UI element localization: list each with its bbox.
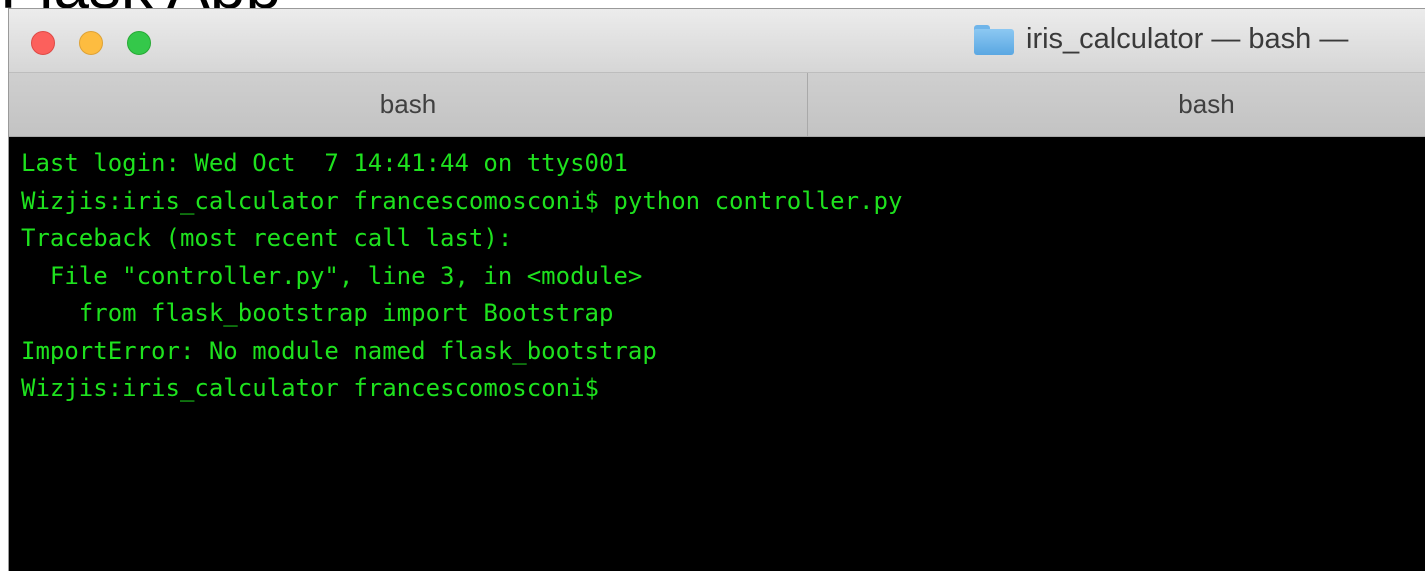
- terminal-line: from flask_bootstrap import Bootstrap: [21, 299, 614, 327]
- terminal-line: Wizjis:iris_calculator francescomosconi$: [21, 374, 599, 402]
- terminal-window: iris_calculator — bash — bash bash Last …: [8, 8, 1425, 571]
- title-bar[interactable]: iris_calculator — bash —: [9, 9, 1425, 73]
- maximize-window-button[interactable]: [127, 31, 151, 55]
- terminal-output[interactable]: Last login: Wed Oct 7 14:41:44 on ttys00…: [9, 137, 1425, 571]
- window-title: iris_calculator — bash —: [974, 23, 1348, 56]
- terminal-line: Traceback (most recent call last):: [21, 224, 513, 252]
- terminal-line: Wizjis:iris_calculator francescomosconi$…: [21, 186, 903, 215]
- tab-bash-1[interactable]: bash: [9, 73, 807, 136]
- close-window-button[interactable]: [31, 31, 55, 55]
- minimize-window-button[interactable]: [79, 31, 103, 55]
- terminal-line: File "controller.py", line 3, in <module…: [21, 261, 643, 290]
- terminal-line: ImportError: No module named flask_boots…: [21, 336, 657, 365]
- terminal-line: Last login: Wed Oct 7 14:41:44 on ttys00…: [21, 149, 628, 177]
- folder-icon: [974, 24, 1014, 55]
- tab-bash-2[interactable]: bash: [807, 73, 1425, 136]
- tab-bar: bash bash: [9, 73, 1425, 137]
- window-title-text: iris_calculator — bash —: [1026, 23, 1349, 55]
